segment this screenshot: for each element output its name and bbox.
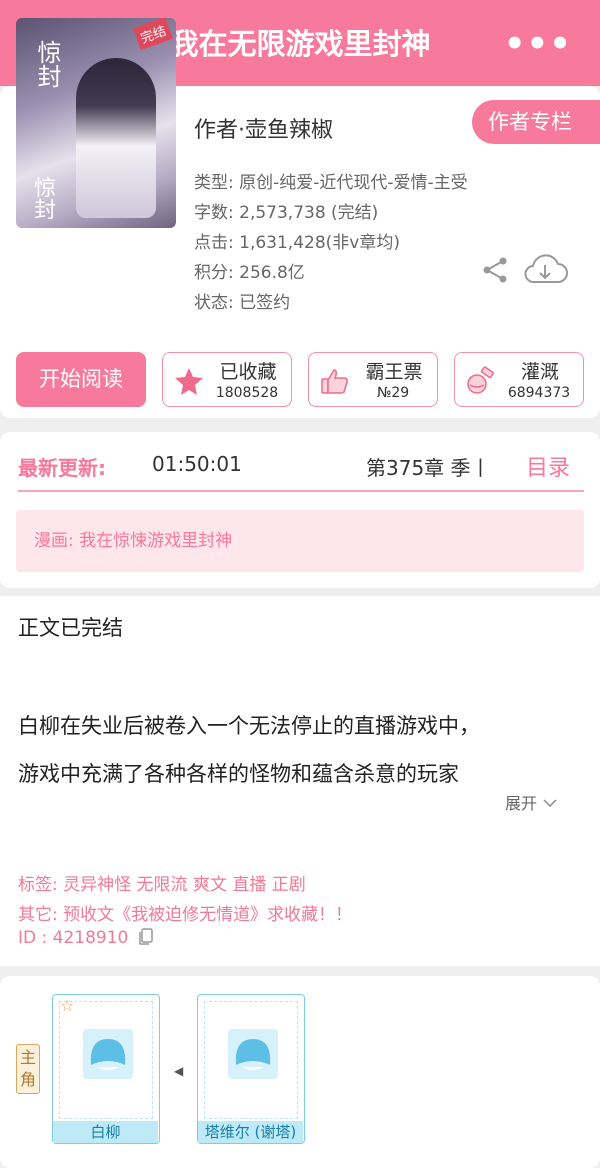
thumbs-up-icon [321,369,348,394]
collect-button[interactable]: 已收藏 1808528 [162,352,292,407]
favorite-star-icon: ☆ [60,996,75,1015]
other-info-line: 其它: 预收文《我被迫修无情道》求收藏！！ [18,905,353,925]
author-name[interactable]: 作者·壶鱼辣椒 [194,112,333,144]
irrigate-button[interactable]: 灌溉 6894373 [454,352,584,407]
avatar-placeholder-icon [235,1039,271,1070]
character-card-taweier[interactable]: 塔维尔 (谢塔) [197,994,305,1144]
intro-line-1: 白柳在失业后被卷入一个无法停止的直播游戏中， [18,714,480,738]
irrigate-label: 灌溉 [520,361,559,383]
relation-arrow-icon: ◀ [174,1064,184,1078]
avatar [83,1029,133,1079]
expand-button[interactable]: 展开 [505,790,558,814]
bawang-count: №29 [376,385,410,401]
character-name: 白柳 [53,1121,158,1143]
character-card-bailiu[interactable]: 白柳 [52,994,160,1144]
cloud-download-icon[interactable] [522,252,568,288]
cover-subtitle: 惊封 [30,176,55,220]
latest-chapter-link[interactable]: 第375章 季丨 [366,452,491,481]
author-column-button[interactable]: 作者专栏 [472,100,600,144]
start-reading-button[interactable]: 开始阅读 [16,352,146,407]
book-word-count: 字数: 2,573,738 (完结) [194,203,379,223]
protagonist-role-tag: 主角 [16,1044,40,1094]
book-id: ID : 4218910 [18,928,129,948]
collect-count: 1808528 [215,385,279,401]
expand-label: 展开 [505,794,538,813]
avatar [228,1029,278,1079]
book-status: 状态: 已签约 [194,293,291,313]
update-divider [18,490,584,492]
copy-icon[interactable] [138,928,154,946]
book-clicks: 点击: 1,631,428(非v章均) [194,233,400,253]
star-icon [175,368,203,395]
book-id-line: ID : 4218910 [18,928,154,948]
tags-line[interactable]: 标签: 灵异神怪 无限流 爽文 直播 正剧 [18,870,306,895]
flask-icon [467,366,494,394]
irrigate-count: 6894373 [507,385,571,401]
intro-line-2: 游戏中充满了各种各样的怪物和蕴含杀意的玩家 [18,762,459,786]
cover-badge: 完结 [133,18,173,51]
avatar-placeholder-icon [90,1039,126,1070]
comic-link[interactable]: 漫画: 我在惊悚游戏里封神 [16,510,584,572]
completion-status: 正文已完结 [18,616,123,640]
book-points: 积分: 256.8亿 [194,263,305,283]
bawang-label: 霸王票 [365,361,423,383]
more-button[interactable]: ••• [504,24,572,64]
cover-title: 惊封 [33,40,61,88]
character-name: 塔维尔 (谢塔) [198,1121,303,1143]
collect-label: 已收藏 [219,361,277,383]
table-of-contents-link[interactable]: 目录 [526,450,570,482]
chevron-down-icon [543,799,557,808]
cover-figure [76,58,156,218]
book-cover[interactable]: 惊封 完结 惊封 [16,18,176,228]
book-type: 类型: 原创-纯爱-近代现代-爱情-主受 [194,173,468,193]
latest-update-time: 01:50:01 [152,452,242,476]
latest-update-label: 最新更新: [18,456,106,480]
share-icon[interactable] [481,256,509,284]
bawang-ticket-button[interactable]: 霸王票 №29 [308,352,438,407]
